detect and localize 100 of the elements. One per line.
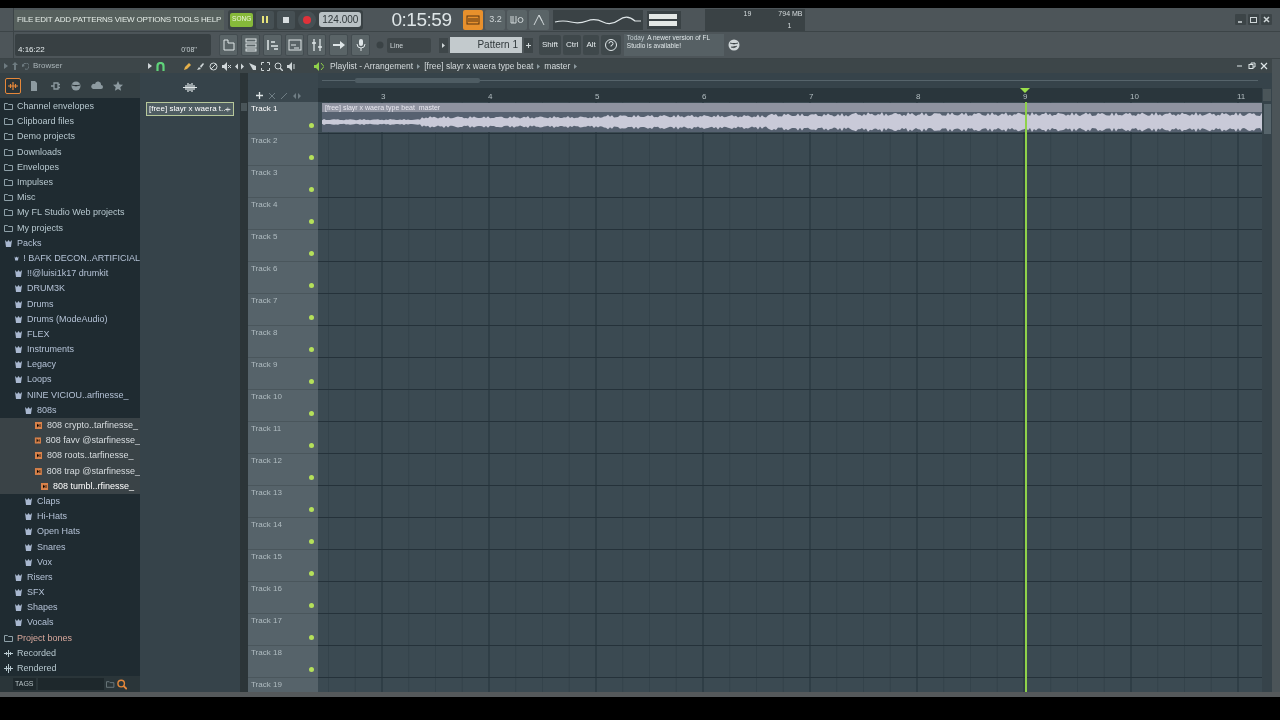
- arrow-button[interactable]: [329, 34, 348, 56]
- close-icon[interactable]: [1260, 62, 1268, 70]
- add-pattern-button[interactable]: [524, 37, 533, 53]
- browser-item[interactable]: 808 favv @starfinesse_: [0, 433, 140, 449]
- browser-item[interactable]: Instruments: [0, 342, 140, 358]
- diagonal-line-icon[interactable]: [281, 93, 287, 99]
- browser-item[interactable]: Risers: [0, 569, 140, 585]
- pencil-icon[interactable]: [183, 61, 192, 71]
- track-enable-button[interactable]: [309, 155, 314, 160]
- mixer-button[interactable]: [307, 34, 326, 56]
- track-enable-button[interactable]: [309, 251, 314, 256]
- track-header[interactable]: Track 1: [248, 102, 318, 134]
- tempo-field[interactable]: 124.000: [319, 12, 362, 27]
- browser-item[interactable]: Snares: [0, 539, 140, 555]
- track-enable-button[interactable]: [309, 379, 314, 384]
- browser-item[interactable]: Hi-Hats: [0, 509, 140, 525]
- pattern-selector[interactable]: Pattern 1: [450, 37, 522, 53]
- browser-item[interactable]: Envelopes: [0, 159, 140, 175]
- browser-item[interactable]: FLEX: [0, 326, 140, 342]
- help-button[interactable]: [600, 35, 621, 55]
- browser-tab[interactable]: [5, 77, 21, 94]
- zoom-icon[interactable]: [274, 61, 283, 71]
- folder-icon[interactable]: [106, 680, 115, 688]
- microphone-button[interactable]: [351, 34, 370, 56]
- track-enable-button[interactable]: [309, 507, 314, 512]
- minimize-button[interactable]: [1235, 14, 1246, 25]
- browser-item[interactable]: NINE VICIOU..arfinesse_: [0, 387, 140, 403]
- browser-item[interactable]: Claps: [0, 493, 140, 510]
- tags-field[interactable]: [37, 678, 105, 690]
- pin-icon[interactable]: [12, 62, 18, 70]
- breadcrumb-link[interactable]: master: [544, 61, 571, 71]
- track-enable-button[interactable]: [309, 539, 314, 544]
- menu-item[interactable]: VIEW: [114, 15, 135, 24]
- track-enable-button[interactable]: [309, 443, 314, 448]
- menu-item[interactable]: EDIT: [35, 15, 53, 24]
- browser-item[interactable]: My FL Studio Web projects: [0, 205, 140, 221]
- track-enable-button[interactable]: [309, 187, 314, 192]
- browser-item[interactable]: Recorded: [0, 645, 140, 661]
- track-enable-button[interactable]: [309, 283, 314, 288]
- scrollbar-thumb[interactable]: [1263, 104, 1271, 134]
- metronome-button[interactable]: [529, 9, 550, 30]
- browser-item[interactable]: Rendered: [0, 660, 140, 676]
- browser-item[interactable]: Drums: [0, 296, 140, 312]
- track-enable-button[interactable]: [309, 667, 314, 672]
- magnet-icon[interactable]: [156, 61, 165, 71]
- modifier-key[interactable]: Shift: [539, 35, 561, 55]
- browser-item[interactable]: Downloads: [0, 144, 140, 160]
- menu-item[interactable]: FILE: [17, 15, 34, 24]
- back-icon[interactable]: [22, 62, 29, 70]
- browser-item[interactable]: Impulses: [0, 174, 140, 191]
- browser-item[interactable]: Misc: [0, 190, 140, 206]
- browser-item[interactable]: Drums (ModeAudio): [0, 311, 140, 327]
- timeline-ruler[interactable]: 3 4 5 6 7 8 9 10 11: [318, 88, 1262, 102]
- piano-roll-button[interactable]: [263, 34, 282, 56]
- close-button[interactable]: [1261, 14, 1272, 25]
- brush-icon[interactable]: [196, 61, 205, 71]
- double-arrow-icon[interactable]: [293, 93, 301, 99]
- browser-item[interactable]: Loops: [0, 372, 140, 388]
- pattern-arrow-button[interactable]: [439, 37, 448, 53]
- track-enable-button[interactable]: [309, 411, 314, 416]
- track-enable-button[interactable]: [309, 315, 314, 320]
- scrollbar-thumb[interactable]: [355, 78, 480, 83]
- step-edit-button[interactable]: 3.2: [485, 9, 506, 30]
- browser-button[interactable]: [219, 34, 238, 56]
- browser-item[interactable]: Vocals: [0, 615, 140, 631]
- browser-item[interactable]: SFX: [0, 585, 140, 601]
- delete-icon[interactable]: [209, 61, 218, 71]
- minimize-icon[interactable]: [1236, 62, 1244, 70]
- browser-item[interactable]: Packs: [0, 235, 140, 251]
- modifier-key[interactable]: Ctrl: [563, 35, 582, 55]
- slip-icon[interactable]: [235, 61, 244, 71]
- globe-icon[interactable]: [727, 39, 740, 51]
- menu-item[interactable]: TOOLS: [173, 15, 199, 24]
- browser-item[interactable]: Open Hats: [0, 524, 140, 540]
- speaker-icon[interactable]: [314, 61, 324, 71]
- pattern-item[interactable]: [free] slayr x waera t..: [146, 102, 234, 116]
- browser-item[interactable]: Project bones: [0, 630, 140, 646]
- keyboard-button[interactable]: [463, 9, 484, 30]
- menu-item[interactable]: HELP: [201, 15, 222, 24]
- browser-item[interactable]: Channel envelopes: [0, 99, 140, 115]
- speaker-icon[interactable]: [287, 61, 296, 71]
- track-enable-button[interactable]: [309, 603, 314, 608]
- browser-item[interactable]: DRUM3K: [0, 281, 140, 297]
- channel-rack-button[interactable]: [241, 34, 260, 56]
- mute-icon[interactable]: [222, 61, 231, 71]
- playlist-button[interactable]: [285, 34, 304, 56]
- track-enable-button[interactable]: [309, 123, 314, 128]
- menu-item[interactable]: OPTIONS: [136, 15, 171, 24]
- browser-item[interactable]: 808s: [0, 402, 140, 418]
- track-enable-button[interactable]: [309, 475, 314, 480]
- browser-item[interactable]: Vox: [0, 554, 140, 570]
- scrollbar-thumb[interactable]: [241, 103, 247, 111]
- browser-item[interactable]: Shapes: [0, 600, 140, 616]
- cross-icon[interactable]: [269, 93, 275, 99]
- menu-item[interactable]: ADD: [54, 15, 71, 24]
- play-pause-button[interactable]: [256, 10, 275, 29]
- restore-icon[interactable]: [1248, 62, 1256, 70]
- browser-item[interactable]: Legacy: [0, 357, 140, 373]
- track-enable-button[interactable]: [309, 219, 314, 224]
- browser-item[interactable]: Demo projects: [0, 129, 140, 145]
